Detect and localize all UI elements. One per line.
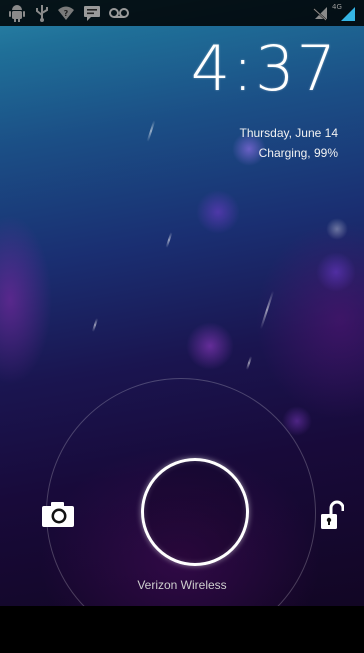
bokeh-light bbox=[186, 322, 234, 370]
light-streak bbox=[165, 232, 173, 248]
light-streak bbox=[245, 356, 253, 370]
lock-screen: ? 4G 4:37 Thursday, June 14 Charging, 99… bbox=[0, 0, 364, 653]
voicemail-icon bbox=[108, 4, 130, 22]
bokeh-light bbox=[196, 190, 240, 234]
svg-text:?: ? bbox=[64, 9, 69, 18]
bokeh-light bbox=[326, 218, 348, 240]
date-label: Thursday, June 14 bbox=[239, 126, 338, 140]
unlock-ring-handle[interactable] bbox=[141, 458, 249, 566]
light-streak bbox=[91, 318, 99, 332]
bokeh-light bbox=[316, 252, 356, 292]
status-bar: ? 4G bbox=[0, 0, 364, 26]
clock-time: 4:37 bbox=[190, 32, 338, 105]
usb-icon bbox=[34, 4, 50, 22]
wifi-question-icon: ? bbox=[56, 4, 76, 22]
charging-status: Charging, 99% bbox=[258, 146, 338, 160]
navigation-bar bbox=[0, 606, 364, 653]
carrier-label: Verizon Wireless bbox=[137, 578, 227, 592]
android-debug-icon bbox=[8, 4, 26, 22]
network-type-label: 4G bbox=[332, 3, 342, 11]
light-streak bbox=[259, 290, 275, 330]
message-icon bbox=[82, 4, 102, 22]
signal-4g-icon: 4G bbox=[332, 3, 358, 22]
no-signal-sync-icon bbox=[312, 4, 330, 22]
unlock-icon[interactable] bbox=[318, 500, 345, 532]
camera-icon[interactable] bbox=[40, 499, 76, 529]
light-streak bbox=[146, 120, 156, 142]
